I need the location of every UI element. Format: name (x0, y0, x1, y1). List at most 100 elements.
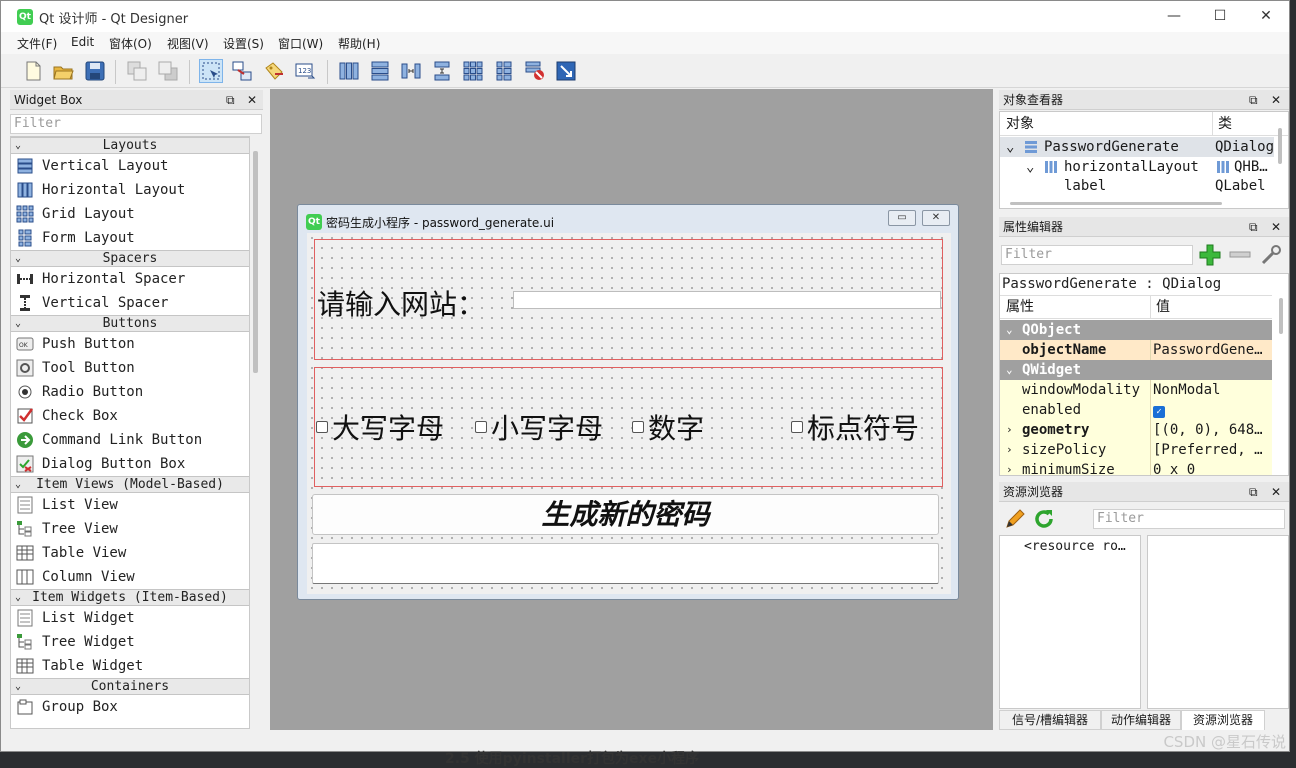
menu-help[interactable]: 帮助(H) (338, 35, 380, 52)
layout-horizontal-icon[interactable] (337, 59, 361, 83)
resource-filter-input[interactable]: Filter (1093, 509, 1285, 529)
tab-resource-browser[interactable]: 资源浏览器 (1181, 710, 1265, 730)
widget-item[interactable]: OK Push Button (11, 332, 249, 356)
widget-item[interactable]: Tree View (11, 517, 249, 541)
widget-item[interactable]: Horizontal Layout (11, 178, 249, 202)
send-to-back-icon[interactable] (125, 59, 149, 83)
property-value[interactable]: NonModal (1153, 380, 1271, 400)
widget-item[interactable]: Check Box (11, 404, 249, 428)
property-value[interactable]: 0 x 0 (1153, 460, 1271, 475)
widget-item[interactable]: Group Box (11, 695, 249, 719)
menu-window[interactable]: 窗口(W) (278, 35, 323, 52)
widget-category-header[interactable]: ⌄ Spacers (11, 250, 249, 267)
property-row[interactable]: › geometry [(0, 0), 648… (1000, 420, 1272, 440)
chevron-down-icon[interactable]: ⌄ (1006, 360, 1013, 380)
site-label[interactable]: 请输入网站： (317, 283, 485, 323)
horizontal-scrollbar[interactable] (1010, 202, 1222, 205)
widget-item[interactable]: Table View (11, 541, 249, 565)
property-value[interactable]: [(0, 0), 648… (1153, 420, 1271, 440)
float-icon[interactable]: ⧉ (1249, 90, 1258, 110)
vertical-scrollbar[interactable] (1278, 128, 1282, 164)
tab-signal-slot-editor[interactable]: 信号/槽编辑器 (999, 710, 1101, 730)
tree-row-horizontallayout[interactable]: ⌄ horizontalLayout QHB… (1000, 157, 1274, 177)
menu-file[interactable]: 文件(F) (17, 35, 57, 52)
property-row[interactable]: ⌄ QObject (1000, 320, 1272, 340)
chevron-down-icon[interactable]: ⌄ (1006, 320, 1013, 340)
col-object-header[interactable]: 对象 (1006, 112, 1034, 136)
widget-item[interactable]: List Widget (11, 606, 249, 630)
property-filter-input[interactable]: Filter (1001, 245, 1193, 265)
widget-box-filter-input[interactable]: Filter (10, 114, 262, 134)
property-row[interactable]: › sizePolicy [Preferred, … (1000, 440, 1272, 460)
widget-item[interactable]: Column View (11, 565, 249, 589)
vertical-scrollbar[interactable] (1279, 298, 1283, 334)
checkbox-digits[interactable]: 数字 (632, 407, 704, 447)
site-input[interactable] (513, 291, 941, 309)
col-value-header[interactable]: 值 (1150, 296, 1170, 318)
menu-view[interactable]: 视图(V) (167, 35, 209, 52)
property-row[interactable]: objectName PasswordGene… (1000, 340, 1272, 360)
widget-box-scrollbar[interactable] (253, 151, 258, 373)
layout-vertical-splitter-icon[interactable] (430, 59, 454, 83)
float-icon[interactable]: ⧉ (1249, 482, 1258, 502)
adjust-size-icon[interactable] (554, 59, 578, 83)
bring-to-front-icon[interactable] (156, 59, 180, 83)
widget-item[interactable]: Tool Button (11, 356, 249, 380)
chevron-down-icon[interactable]: ⌄ (15, 477, 21, 492)
widget-item[interactable]: Table Widget (11, 654, 249, 678)
checkbox-lowercase[interactable]: 小写字母 (475, 407, 603, 447)
col-property-header[interactable]: 属性 (1006, 296, 1034, 318)
close-icon[interactable]: ✕ (1271, 482, 1281, 502)
chevron-down-icon[interactable]: ⌄ (15, 679, 21, 694)
chevron-down-icon[interactable]: ⌄ (1006, 137, 1014, 157)
property-value[interactable]: ✓ (1153, 400, 1271, 420)
tree-row-passwordgenerate[interactable]: ⌄ PasswordGenerate QDialog (1000, 137, 1274, 157)
chevron-down-icon[interactable]: ⌄ (15, 251, 21, 266)
widget-category-header[interactable]: ⌄ Layouts (11, 137, 249, 154)
add-dynamic-property-icon[interactable] (1198, 243, 1222, 267)
maximize-button[interactable]: ☐ (1197, 1, 1243, 32)
close-icon[interactable]: ✕ (1271, 217, 1281, 237)
close-icon[interactable]: ✕ (247, 90, 257, 110)
menu-form[interactable]: 窗体(O) (109, 35, 152, 52)
widget-item[interactable]: List View (11, 493, 249, 517)
float-icon[interactable]: ⧉ (1249, 217, 1258, 237)
break-layout-icon[interactable] (523, 59, 547, 83)
chevron-right-icon[interactable]: › (1006, 420, 1013, 440)
widget-item[interactable]: Dialog Button Box (11, 452, 249, 476)
enabled-checkbox[interactable]: ✓ (1153, 406, 1165, 418)
widget-item[interactable]: Radio Button (11, 380, 249, 404)
remove-property-icon[interactable] (1229, 251, 1251, 259)
widget-category-header[interactable]: ⌄ Item Widgets (Item-Based) (11, 589, 249, 606)
chevron-down-icon[interactable]: ⌄ (15, 138, 21, 153)
tree-row-label[interactable]: label QLabel (1000, 176, 1274, 196)
property-row[interactable]: ⌄ QWidget (1000, 360, 1272, 380)
chevron-right-icon[interactable]: › (1006, 460, 1013, 475)
open-file-icon[interactable] (51, 59, 75, 83)
property-row[interactable]: › minimumSize 0 x 0 (1000, 460, 1272, 475)
widget-item[interactable]: Form Layout (11, 226, 249, 250)
widget-item[interactable]: Horizontal Spacer (11, 267, 249, 291)
widget-category-header[interactable]: ⌄ Containers (11, 678, 249, 695)
property-value[interactable]: [Preferred, … (1153, 440, 1271, 460)
widget-item[interactable]: Grid Layout (11, 202, 249, 226)
chevron-down-icon[interactable]: ⌄ (15, 316, 21, 331)
chevron-right-icon[interactable]: › (1006, 440, 1013, 460)
widget-category-header[interactable]: ⌄ Item Views (Model-Based) (11, 476, 249, 493)
property-row[interactable]: enabled ✓ (1000, 400, 1272, 420)
property-row[interactable]: windowModality NonModal (1000, 380, 1272, 400)
resource-root-item[interactable]: <resource ro… (1024, 539, 1126, 554)
widget-item[interactable]: Tree Widget (11, 630, 249, 654)
reload-icon[interactable] (1032, 507, 1056, 531)
layout-horizontal-splitter-icon[interactable] (399, 59, 423, 83)
checkbox-uppercase[interactable]: 大写字母 (316, 407, 444, 447)
menu-settings[interactable]: 设置(S) (223, 35, 264, 52)
form-close-button[interactable]: ✕ (922, 210, 950, 226)
layout-grid-icon[interactable] (461, 59, 485, 83)
form-minimize-button[interactable]: ▭ (888, 210, 916, 226)
float-icon[interactable]: ⧉ (226, 90, 235, 110)
checkbox-punctuation[interactable]: 标点符号 (791, 407, 919, 447)
new-file-icon[interactable] (21, 59, 45, 83)
layout-vertical-icon[interactable] (368, 59, 392, 83)
edit-tab-order-icon[interactable]: 123 (293, 59, 317, 83)
